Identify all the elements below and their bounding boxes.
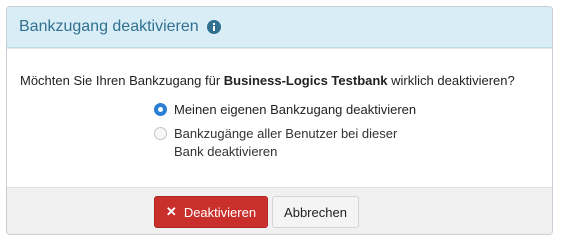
deactivate-button[interactable]: ✕ Deaktivieren [154,196,268,228]
option-own-access[interactable]: Meinen eigenen Bankzugang deaktivieren [154,101,416,119]
radio-all-users[interactable] [154,127,167,140]
confirmation-question: Möchten Sie Ihren Bankzugang für Busines… [20,73,515,88]
radio-own-access[interactable] [154,103,167,116]
option-own-access-label: Meinen eigenen Bankzugang deaktivieren [174,102,417,117]
option-all-users-label: Bankzugänge aller Benutzer bei dieser Ba… [174,125,397,161]
dialog-body: Möchten Sie Ihren Bankzugang für Busines… [7,48,552,187]
deactivation-scope-radio-group: Meinen eigenen Bankzugang deaktivieren B… [154,101,416,167]
option-all-users-label-line2: Bank deaktivieren [174,144,278,159]
deactivate-dialog: Bankzugang deaktivieren Möchten Sie Ihre… [6,6,553,235]
dialog-header: Bankzugang deaktivieren [7,7,552,48]
bank-name: Business-Logics Testbank [223,73,388,88]
dialog-title: Bankzugang deaktivieren [19,18,199,35]
cancel-button-label: Abbrechen [284,204,347,220]
question-prefix: Möchten Sie Ihren Bankzugang für [20,73,224,88]
info-icon[interactable] [206,20,221,34]
option-all-users-label-line1: Bankzugänge aller Benutzer bei dieser [174,126,398,141]
question-suffix: wirklich deaktivieren? [387,73,515,88]
cancel-button[interactable]: Abbrechen [272,196,359,228]
close-icon: ✕ [165,204,177,219]
option-all-users[interactable]: Bankzugänge aller Benutzer bei dieser Ba… [154,125,416,161]
deactivate-button-label: Deaktivieren [183,204,257,220]
dialog-footer: ✕ Deaktivieren Abbrechen [7,187,552,234]
